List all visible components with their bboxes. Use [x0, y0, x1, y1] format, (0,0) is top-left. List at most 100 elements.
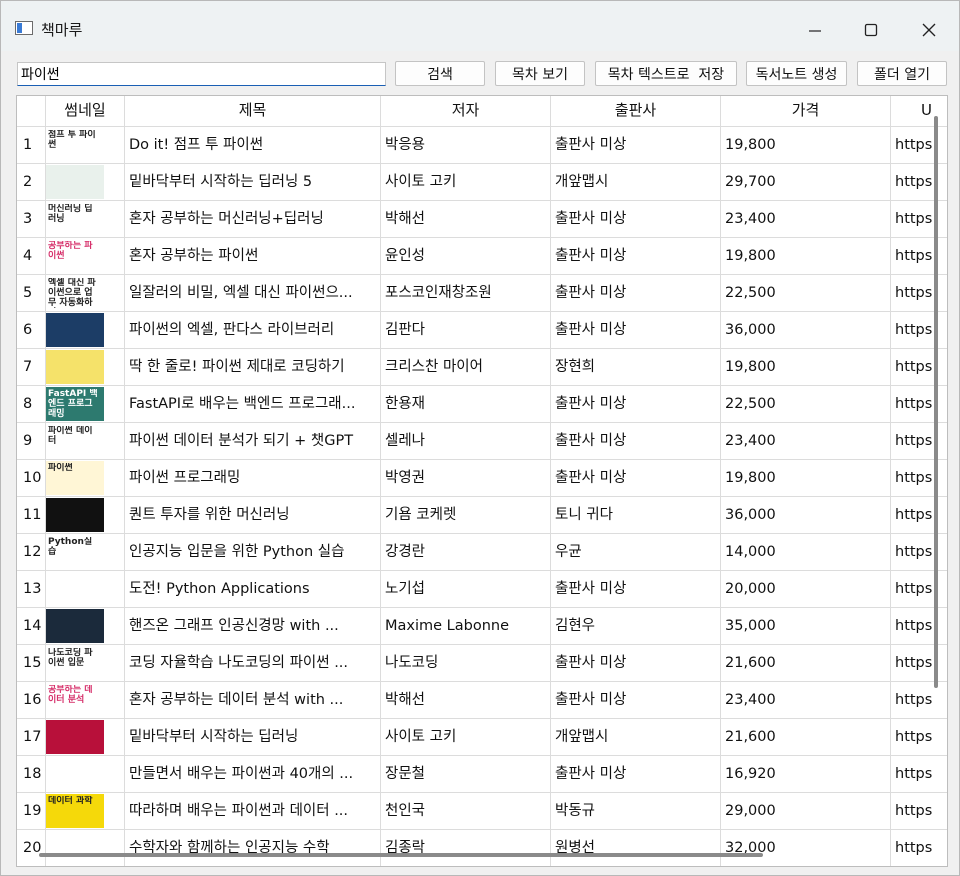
table-row[interactable]: 16 혼자 공부하는 데이터 분석 with ... 박해선 출판사 미상 23,400…: [17, 682, 947, 719]
title-cell[interactable]: 도전! Python Applications: [125, 571, 381, 608]
author-cell[interactable]: 나도코딩: [381, 645, 551, 682]
row-number[interactable]: 11: [17, 497, 46, 534]
table-row[interactable]: 13 도전! Python Applications 노기섭 출판사 미상 20,000…: [17, 571, 947, 608]
author-cell[interactable]: 박영권: [381, 460, 551, 497]
author-cell[interactable]: 사이토 고키: [381, 164, 551, 201]
publisher-cell[interactable]: 장현희: [551, 349, 721, 386]
author-cell[interactable]: 포스코인재창조원: [381, 275, 551, 312]
row-number[interactable]: 17: [17, 719, 46, 756]
search-button[interactable]: 검색: [395, 61, 485, 86]
publisher-cell[interactable]: 토니 귀다: [551, 497, 721, 534]
author-cell[interactable]: 윤인성: [381, 238, 551, 275]
search-input[interactable]: [17, 62, 386, 86]
publisher-cell[interactable]: 출판사 미상: [551, 312, 721, 349]
table-row[interactable]: 8 FastAPI로 배우는 백엔드 프로그래... 한용재 출판사 미상 22,500…: [17, 386, 947, 423]
row-number[interactable]: 14: [17, 608, 46, 645]
maximize-button[interactable]: [844, 11, 898, 49]
row-number[interactable]: 9: [17, 423, 46, 460]
row-number[interactable]: 5: [17, 275, 46, 312]
publisher-cell[interactable]: 출판사 미상: [551, 682, 721, 719]
author-cell[interactable]: 김종락: [381, 830, 551, 866]
url-cell[interactable]: https: [891, 793, 947, 830]
table-row[interactable]: 11 퀀트 투자를 위한 머신러닝 기욤 코케렛 토니 귀다 36,000 https: [17, 497, 947, 534]
header-thumbnail[interactable]: 썸네일: [46, 96, 125, 127]
row-number[interactable]: 4: [17, 238, 46, 275]
horizontal-scrollbar[interactable]: [39, 852, 763, 858]
publisher-cell[interactable]: 출판사 미상: [551, 423, 721, 460]
row-number[interactable]: 1: [17, 127, 46, 164]
row-number[interactable]: 20: [17, 830, 46, 866]
row-number[interactable]: 12: [17, 534, 46, 571]
table-row[interactable]: 2 밑바닥부터 시작하는 딥러닝 5 사이토 고키 개앞맵시 29,700 https: [17, 164, 947, 201]
title-cell[interactable]: 파이썬의 엑셀, 판다스 라이브러리: [125, 312, 381, 349]
price-cell[interactable]: 21,600: [721, 719, 891, 756]
price-cell[interactable]: 35,000: [721, 608, 891, 645]
table-row[interactable]: 5 일잘러의 비밀, 엑셀 대신 파이썬으... 포스코인재창조원 출판사 미상 22,…: [17, 275, 947, 312]
price-cell[interactable]: 19,800: [721, 460, 891, 497]
table-row[interactable]: 10 파이썬 프로그래밍 박영권 출판사 미상 19,800 https 파이썬: [17, 460, 947, 497]
url-cell[interactable]: https: [891, 830, 947, 866]
row-number[interactable]: 15: [17, 645, 46, 682]
author-cell[interactable]: 박해선: [381, 682, 551, 719]
price-cell[interactable]: 32,000: [721, 830, 891, 866]
row-number[interactable]: 10: [17, 460, 46, 497]
title-cell[interactable]: 혼자 공부하는 머신러닝+딥러닝: [125, 201, 381, 238]
table-row[interactable]: 17 밑바닥부터 시작하는 딥러닝 사이토 고키 개앞맵시 21,600 https: [17, 719, 947, 756]
price-cell[interactable]: 14,000: [721, 534, 891, 571]
table-row[interactable]: 12 인공지능 입문을 위한 Python 실습 강경란 우균 14,000 https P…: [17, 534, 947, 571]
title-cell[interactable]: Do it! 점프 투 파이썬: [125, 127, 381, 164]
create-reading-note-button[interactable]: 독서노트 생성: [746, 61, 847, 86]
view-toc-button[interactable]: 목차 보기: [495, 61, 585, 86]
publisher-cell[interactable]: 출판사 미상: [551, 127, 721, 164]
row-number[interactable]: 16: [17, 682, 46, 719]
title-cell[interactable]: 퀀트 투자를 위한 머신러닝: [125, 497, 381, 534]
author-cell[interactable]: 기욤 코케렛: [381, 497, 551, 534]
title-cell[interactable]: 혼자 공부하는 데이터 분석 with ...: [125, 682, 381, 719]
url-cell[interactable]: https: [891, 756, 947, 793]
title-cell[interactable]: 파이썬 데이터 분석가 되기 + 챗GPT: [125, 423, 381, 460]
header-price[interactable]: 가격: [721, 96, 891, 127]
table-row[interactable]: 20 수학자와 함께하는 인공지능 수학 김종락 원병선 32,000 https: [17, 830, 932, 866]
author-cell[interactable]: 셀레나: [381, 423, 551, 460]
title-cell[interactable]: 혼자 공부하는 파이썬: [125, 238, 381, 275]
title-cell[interactable]: 밑바닥부터 시작하는 딥러닝 5: [125, 164, 381, 201]
price-cell[interactable]: 36,000: [721, 312, 891, 349]
price-cell[interactable]: 19,800: [721, 238, 891, 275]
publisher-cell[interactable]: 개앞맵시: [551, 164, 721, 201]
book-table[interactable]: 썸네일 제목 저자 출판사 가격 U 1 Do it! 점프 투 파이썬 박응용 출판…: [16, 95, 948, 867]
publisher-cell[interactable]: 출판사 미상: [551, 201, 721, 238]
publisher-cell[interactable]: 출판사 미상: [551, 386, 721, 423]
author-cell[interactable]: 박해선: [381, 201, 551, 238]
row-number[interactable]: 3: [17, 201, 46, 238]
price-cell[interactable]: 20,000: [721, 571, 891, 608]
price-cell[interactable]: 19,800: [721, 349, 891, 386]
table-row[interactable]: 15 코딩 자율학습 나도코딩의 파이썬 ... 나도코딩 출판사 미상 21,600 h…: [17, 645, 947, 682]
publisher-cell[interactable]: 출판사 미상: [551, 275, 721, 312]
title-cell[interactable]: 밑바닥부터 시작하는 딥러닝: [125, 719, 381, 756]
price-cell[interactable]: 23,400: [721, 682, 891, 719]
publisher-cell[interactable]: 김현우: [551, 608, 721, 645]
vertical-scroll-thumb[interactable]: [934, 116, 938, 688]
price-cell[interactable]: 23,400: [721, 423, 891, 460]
title-cell[interactable]: 핸즈온 그래프 인공신경망 with ...: [125, 608, 381, 645]
price-cell[interactable]: 22,500: [721, 275, 891, 312]
row-number[interactable]: 19: [17, 793, 46, 830]
publisher-cell[interactable]: 원병선: [551, 830, 721, 866]
table-row[interactable]: 6 파이썬의 엑셀, 판다스 라이브러리 김판다 출판사 미상 36,000 https: [17, 312, 947, 349]
publisher-cell[interactable]: 출판사 미상: [551, 460, 721, 497]
author-cell[interactable]: 사이토 고키: [381, 719, 551, 756]
row-number[interactable]: 18: [17, 756, 46, 793]
table-row[interactable]: 1 Do it! 점프 투 파이썬 박응용 출판사 미상 19,800 https 점프 투…: [17, 127, 947, 164]
title-cell[interactable]: 만들면서 배우는 파이썬과 40개의 ...: [125, 756, 381, 793]
author-cell[interactable]: 노기섭: [381, 571, 551, 608]
price-cell[interactable]: 29,700: [721, 164, 891, 201]
title-cell[interactable]: 딱 한 줄로! 파이썬 제대로 코딩하기: [125, 349, 381, 386]
row-number[interactable]: 13: [17, 571, 46, 608]
publisher-cell[interactable]: 출판사 미상: [551, 645, 721, 682]
price-cell[interactable]: 23,400: [721, 201, 891, 238]
row-number[interactable]: 6: [17, 312, 46, 349]
header-publisher[interactable]: 출판사: [551, 96, 721, 127]
table-row[interactable]: 4 혼자 공부하는 파이썬 윤인성 출판사 미상 19,800 https 공부하는 파이썬: [17, 238, 947, 275]
open-folder-button[interactable]: 폴더 열기: [857, 61, 947, 86]
price-cell[interactable]: 36,000: [721, 497, 891, 534]
